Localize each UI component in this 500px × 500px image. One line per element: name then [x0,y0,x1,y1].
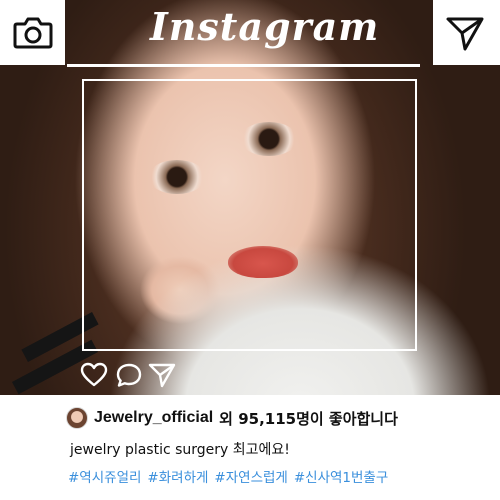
comment-button[interactable] [115,362,143,388]
likes-count: 외 95,115명이 좋아합니다 [219,409,398,428]
hashtag-link[interactable]: #화려하게 [147,466,208,486]
camera-icon [13,14,53,50]
hashtag-link[interactable]: #신사역1번출구 [294,466,388,486]
camera-button[interactable] [0,0,65,65]
avatar[interactable] [66,407,88,429]
hashtag-link[interactable]: #자연스럽게 [214,466,287,486]
paper-plane-icon [445,14,485,52]
hashtag-link[interactable]: #역시쥬얼리 [68,466,141,486]
comment-icon [116,363,142,387]
post-caption-area: Jewelry_official 외 95,115명이 좋아합니다 jewelr… [0,395,500,500]
like-button[interactable] [80,362,108,388]
share-button[interactable] [148,362,176,388]
username-link[interactable]: Jewelry_official [94,409,213,427]
direct-message-button[interactable] [433,0,500,65]
likes-row: Jewelry_official 외 95,115명이 좋아합니다 [66,407,398,429]
post-description: jewelry plastic surgery 최고에요! [70,442,290,458]
heart-icon [80,362,108,387]
frame-line [67,64,420,67]
photo-frame [82,79,417,351]
paper-plane-icon [148,363,176,388]
instagram-logo: Instagram [150,4,380,49]
hashtag-list: #역시쥬얼리 #화려하게 #자연스럽게 #신사역1번출구 [68,466,388,486]
